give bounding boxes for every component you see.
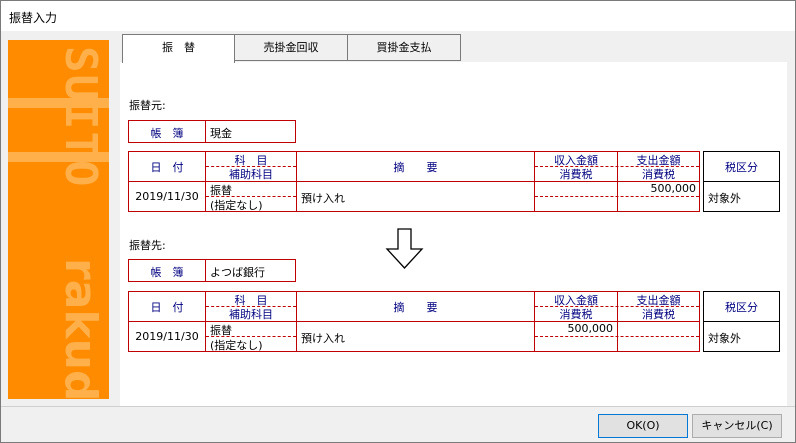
tab-receivable-collection[interactable]: 売掛金回収 bbox=[234, 34, 348, 61]
header-expense-tax: 消費税 bbox=[642, 168, 675, 181]
footer-separator bbox=[1, 406, 795, 407]
divider bbox=[704, 181, 779, 182]
destination-book-label: 帳 簿 bbox=[150, 266, 184, 279]
header-date: 日 付 bbox=[150, 301, 184, 314]
source-row-date[interactable]: 2019/11/30 bbox=[129, 190, 205, 203]
divider bbox=[205, 260, 206, 281]
down-arrow-icon bbox=[385, 228, 424, 269]
destination-tax-class-box: 税区分 対象外 bbox=[703, 291, 780, 352]
header-sub-account: 補助科目 bbox=[229, 308, 273, 321]
destination-section-label: 振替先: bbox=[129, 239, 166, 252]
source-row-expense[interactable]: 500,000 bbox=[618, 182, 697, 195]
title-bar: 振替入力 bbox=[0, 0, 796, 31]
destination-row-summary[interactable]: 預け入れ bbox=[301, 330, 531, 346]
destination-row-date[interactable]: 2019/11/30 bbox=[129, 330, 205, 343]
destination-row-account[interactable]: 振替 bbox=[210, 322, 296, 338]
header-income-tax: 消費税 bbox=[559, 168, 593, 181]
source-row-tax-class[interactable]: 対象外 bbox=[708, 190, 778, 206]
destination-row-sub-account[interactable]: (指定なし) bbox=[210, 337, 296, 353]
destination-book-value[interactable]: よつば銀行 bbox=[210, 264, 294, 280]
tab-transfer[interactable]: 振 替 bbox=[122, 34, 235, 63]
source-book-value[interactable]: 現金 bbox=[210, 125, 290, 141]
divider bbox=[704, 321, 779, 322]
header-date: 日 付 bbox=[150, 161, 184, 174]
header-tax-class: 税区分 bbox=[725, 301, 758, 314]
divider bbox=[205, 121, 206, 142]
divider bbox=[535, 336, 699, 337]
source-row-sub-account[interactable]: (指定なし) bbox=[210, 197, 296, 213]
tab-content-area bbox=[120, 62, 787, 406]
source-row-account[interactable]: 振替 bbox=[210, 182, 296, 198]
sidebar-logo-panel: SUITO rakuda bbox=[8, 40, 109, 399]
window-title: 振替入力 bbox=[9, 11, 58, 25]
destination-row-tax-class[interactable]: 対象外 bbox=[708, 330, 778, 346]
source-tax-class-box: 税区分 対象外 bbox=[703, 151, 780, 212]
cancel-button[interactable]: キャンセル(C) bbox=[692, 414, 782, 438]
destination-row-income[interactable]: 500,000 bbox=[535, 322, 614, 335]
source-book-label: 帳 簿 bbox=[150, 127, 184, 140]
header-summary: 摘 要 bbox=[393, 161, 438, 174]
header-sub-account: 補助科目 bbox=[229, 168, 273, 181]
ok-button[interactable]: OK(O) bbox=[598, 414, 688, 438]
source-row-summary[interactable]: 預け入れ bbox=[301, 190, 531, 206]
logo-text-suito: SUITO bbox=[55, 46, 106, 189]
divider bbox=[535, 196, 699, 197]
header-tax-class: 税区分 bbox=[725, 161, 758, 174]
source-book-box: 帳 簿 現金 bbox=[128, 120, 296, 143]
header-income-tax: 消費税 bbox=[559, 308, 593, 321]
source-section-label: 振替元: bbox=[129, 99, 166, 112]
destination-entry-table: 日 付 科 目 補助科目 摘 要 収入金額 消費税 支出金額 消費税 2019/… bbox=[128, 291, 700, 352]
tab-payable-payment[interactable]: 買掛金支払 bbox=[347, 34, 461, 61]
destination-book-box: 帳 簿 よつば銀行 bbox=[128, 259, 296, 282]
logo-text-rakuda: rakuda bbox=[55, 258, 106, 399]
header-summary: 摘 要 bbox=[393, 301, 438, 314]
header-expense-tax: 消費税 bbox=[642, 308, 675, 321]
source-entry-table: 日 付 科 目 補助科目 摘 要 収入金額 消費税 支出金額 消費税 2019/… bbox=[128, 151, 700, 212]
